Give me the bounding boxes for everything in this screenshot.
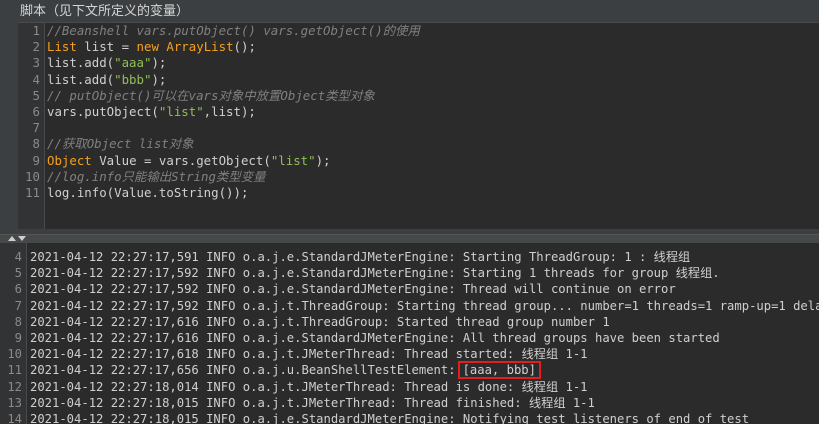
log-line: 2021-04-12 22:27:18,014 INFO o.a.j.t.JMe… (30, 379, 588, 395)
highlighted-output: [aaa, bbb] (457, 361, 541, 380)
code-token: new (136, 39, 159, 55)
log-text: 2021-04-12 22:27:18,014 INFO o.a.j.t.JMe… (30, 379, 588, 394)
editor-line-number: 4 (32, 71, 40, 87)
log-line-number: 13 (7, 395, 22, 410)
log-line-number: 9 (14, 331, 22, 345)
log-text: 2021-04-12 22:27:17,618 INFO o.a.j.t.JMe… (30, 347, 588, 362)
expand-down-icon[interactable] (18, 236, 26, 241)
log-text: 2021-04-12 22:27:17,592 INFO o.a.j.t.Thr… (30, 298, 819, 313)
log-line: 2021-04-12 22:27:17,656 INFO o.a.j.u.Bea… (30, 361, 541, 380)
code-token: // putObject()可以在vars对象中放置Object类型对象 (47, 87, 375, 103)
log-line: 2021-04-12 22:27:17,592 INFO o.a.j.e.Sta… (30, 265, 720, 281)
log-text: 2021-04-12 22:27:17,591 INFO o.a.j.e.Sta… (30, 250, 691, 264)
code-token: ); (151, 55, 167, 71)
editor-line-number: 11 (25, 185, 40, 200)
code-token: "list" (270, 152, 316, 168)
editor-line-gutter: 1 2 3 4 5 6 7 8 9 10 11 (18, 23, 45, 229)
log-text: 2021-04-12 22:27:17,656 INFO o.a.j.u.Bea… (30, 363, 456, 378)
code-line: //log.info只能输出String类型变量 (47, 169, 265, 185)
log-line: 2021-04-12 22:27:18,015 INFO o.a.j.t.JMe… (30, 395, 595, 411)
editor-line-number: 5 (32, 87, 40, 103)
log-text: 2021-04-12 22:27:17,592 INFO o.a.j.e.Sta… (30, 282, 676, 297)
code-token: list.add( (47, 55, 115, 71)
log-line-number: 5 (14, 266, 22, 281)
code-token: "aaa" (114, 55, 152, 71)
log-line-number: 11 (7, 363, 22, 378)
code-token: list = (76, 39, 137, 55)
code-token: Value = vars.getObject( (91, 152, 271, 168)
code-token: list.add( (47, 71, 115, 87)
log-line: 2021-04-12 22:27:17,616 INFO o.a.j.t.Thr… (30, 314, 610, 330)
editor-line-number: 8 (32, 136, 40, 152)
code-token: (); (233, 39, 256, 55)
log-line-number: 7 (14, 298, 22, 313)
log-line: 2021-04-12 22:27:17,616 INFO o.a.j.e.Sta… (30, 330, 720, 346)
expand-up-icon[interactable] (8, 236, 16, 241)
code-token: ); (151, 71, 167, 87)
code-token: "list" (158, 104, 204, 119)
log-line: 2021-04-12 22:27:18,015 INFO o.a.j.e.Sta… (30, 411, 749, 424)
log-line-gutter: 4 5 6 7 8 9 10 11 12 13 14 (0, 243, 27, 424)
log-line-number: 12 (7, 379, 22, 394)
code-line: Object Value = vars.getObject("list"); (47, 153, 331, 169)
log-line: 2021-04-12 22:27:17,592 INFO o.a.j.e.Sta… (30, 281, 676, 297)
editor-line-number: 3 (32, 55, 40, 71)
code-line: // putObject()可以在vars对象中放置Object类型对象 (47, 88, 375, 104)
editor-line-number: 7 (32, 120, 40, 136)
code-token: Object (47, 152, 92, 168)
log-line: 2021-04-12 22:27:17,591 INFO o.a.j.e.Sta… (30, 249, 690, 265)
editor-line-number: 10 (25, 168, 40, 184)
code-line: List list = new ArrayList(); (47, 39, 256, 55)
code-token: //log.info只能输出String类型变量 (47, 168, 266, 184)
code-token: "bbb" (114, 71, 152, 87)
log-text: 2021-04-12 22:27:18,015 INFO o.a.j.t.JMe… (30, 395, 595, 410)
code-line: vars.putObject("list",list); (47, 104, 256, 120)
log-line-number: 8 (14, 314, 22, 329)
code-token: ,list); (203, 104, 256, 119)
code-token: //Beanshell vars.putObject() vars.getObj… (47, 23, 420, 38)
log-text: 2021-04-12 22:27:18,015 INFO o.a.j.e.Sta… (30, 412, 750, 424)
script-editor[interactable]: 1 2 3 4 5 6 7 8 9 10 11 //Beanshell vars.putObject… (18, 22, 819, 229)
code-token: ); (315, 152, 331, 168)
editor-line-number: 9 (32, 152, 40, 168)
log-line-number: 14 (7, 412, 22, 424)
code-line: list.add("aaa"); (47, 55, 166, 71)
log-line-number: 10 (7, 347, 22, 362)
editor-line-number: 2 (32, 39, 40, 55)
log-line: 2021-04-12 22:27:17,592 INFO o.a.j.t.Thr… (30, 298, 819, 314)
code-line: log.info(Value.toString()); (47, 185, 248, 201)
code-line: //获取Object list对象 (47, 136, 194, 152)
log-line-number: 4 (14, 250, 22, 264)
log-viewer[interactable]: 4 5 6 7 8 9 10 11 12 13 14 2021-04-12 22:27:17,591… (0, 243, 819, 424)
code-line: list.add("bbb"); (47, 72, 166, 88)
code-token: ArrayList (166, 39, 234, 55)
code-token: vars.putObject( (47, 104, 159, 119)
editor-line-number: 1 (32, 23, 40, 38)
script-panel-title: 脚本（见下文所定义的变量） (0, 0, 819, 24)
log-line-number: 6 (14, 282, 22, 297)
code-token: //获取Object list对象 (47, 136, 194, 152)
log-line: 2021-04-12 22:27:17,618 INFO o.a.j.t.JMe… (30, 346, 588, 362)
log-text: 2021-04-12 22:27:17,616 INFO o.a.j.e.Sta… (30, 331, 720, 345)
log-text: 2021-04-12 22:27:17,592 INFO o.a.j.e.Sta… (30, 266, 720, 281)
code-token: log.info(Value.toString()); (47, 185, 249, 200)
editor-line-number: 6 (32, 104, 40, 119)
log-text: 2021-04-12 22:27:17,616 INFO o.a.j.t.Thr… (30, 314, 610, 329)
code-line: //Beanshell vars.putObject() vars.getObj… (47, 23, 420, 39)
code-token: List (47, 39, 77, 55)
